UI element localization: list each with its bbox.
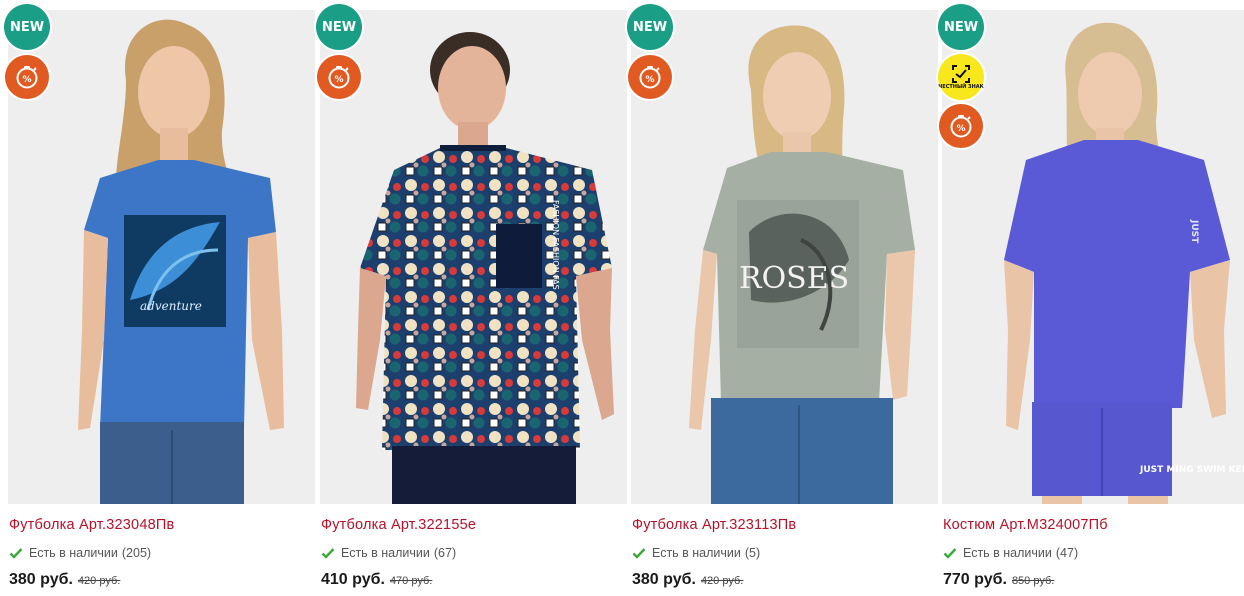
stock-status: Есть в наличии (47) — [943, 545, 1078, 561]
product-card: adventure NEW % Футболка Арт.323048Пв Ес… — [4, 0, 315, 596]
check-icon — [632, 548, 646, 559]
sale-timer-icon: % — [317, 55, 361, 99]
znak-label: ЧЕСТНЫЙ ЗНАК — [938, 84, 984, 90]
sale-timer-icon: % — [939, 104, 983, 148]
product-grid: adventure NEW % Футболка Арт.323048Пв Ес… — [0, 0, 1244, 596]
stock-count: (205) — [121, 546, 152, 560]
old-price: 470 руб. — [389, 575, 433, 587]
photo-print-text: FASHION FASHION FAS — [551, 200, 560, 290]
photo-print-text: JUST MING SWIM KEEP — [1139, 465, 1244, 475]
product-card: JUST JUST MING SWIM KEEP NEW ЧЕСТНЫЙ ЗНА… — [938, 0, 1244, 596]
stock-count: (47) — [1055, 546, 1079, 560]
chestny-znak-icon: ЧЕСТНЫЙ ЗНАК — [938, 54, 984, 100]
stock-text: Есть в наличии — [963, 546, 1052, 560]
stock-status: Есть в наличии (67) — [321, 545, 456, 561]
product-title-link[interactable]: Футболка Арт.322155е — [321, 517, 476, 533]
old-price: 420 руб. — [700, 575, 744, 587]
new-badge: NEW — [627, 4, 673, 50]
stock-text: Есть в наличии — [341, 546, 430, 560]
product-title-link[interactable]: Костюм Арт.М324007Пб — [943, 517, 1108, 533]
old-price: 420 руб. — [77, 575, 121, 587]
sale-timer-icon: % — [628, 55, 672, 99]
check-icon — [321, 548, 335, 559]
product-title-link[interactable]: Футболка Арт.323113Пв — [632, 517, 796, 533]
price-row: 380 руб. 420 руб. — [9, 571, 120, 589]
price: 380 руб. — [9, 571, 73, 588]
product-photo-link[interactable]: adventure — [8, 10, 315, 504]
check-icon — [943, 548, 957, 559]
stock-count: (67) — [433, 546, 457, 560]
product-photo: ROSES — [631, 10, 938, 504]
price-row: 410 руб. 470 руб. — [321, 571, 432, 589]
photo-print-text: ROSES — [739, 261, 849, 296]
product-photo: FASHION FASHION FAS — [320, 10, 627, 504]
new-badge: NEW — [938, 4, 984, 50]
product-photo-link[interactable]: JUST JUST MING SWIM KEEP — [942, 10, 1244, 504]
product-photo: adventure — [8, 10, 315, 504]
stock-status: Есть в наличии (5) — [632, 545, 760, 561]
old-price: 850 руб. — [1011, 575, 1055, 587]
check-icon — [9, 548, 23, 559]
price: 380 руб. — [632, 571, 696, 588]
svg-text:JUST: JUST — [1189, 219, 1199, 244]
price: 770 руб. — [943, 571, 1007, 588]
sale-timer-icon: % — [5, 55, 49, 99]
product-photo-link[interactable]: FASHION FASHION FAS — [320, 10, 627, 504]
svg-text:%: % — [22, 75, 31, 85]
price-row: 770 руб. 850 руб. — [943, 571, 1054, 589]
svg-text:%: % — [645, 75, 654, 85]
photo-print-text: adventure — [140, 299, 202, 313]
stock-count: (5) — [744, 546, 761, 560]
product-card: FASHION FASHION FAS NEW % Футболка Арт.3… — [316, 0, 627, 596]
product-photo: JUST JUST MING SWIM KEEP — [942, 10, 1244, 504]
new-badge: NEW — [316, 4, 362, 50]
svg-text:%: % — [956, 124, 965, 134]
new-badge: NEW — [4, 4, 50, 50]
product-photo-link[interactable]: ROSES — [631, 10, 938, 504]
stock-text: Есть в наличии — [29, 546, 118, 560]
price-row: 380 руб. 420 руб. — [632, 571, 743, 589]
stock-status: Есть в наличии (205) — [9, 545, 151, 561]
product-title-link[interactable]: Футболка Арт.323048Пв — [9, 517, 174, 533]
price: 410 руб. — [321, 571, 385, 588]
product-card: ROSES NEW % Футболка Арт.323113Пв Есть в… — [627, 0, 938, 596]
svg-text:%: % — [334, 75, 343, 85]
stock-text: Есть в наличии — [652, 546, 741, 560]
